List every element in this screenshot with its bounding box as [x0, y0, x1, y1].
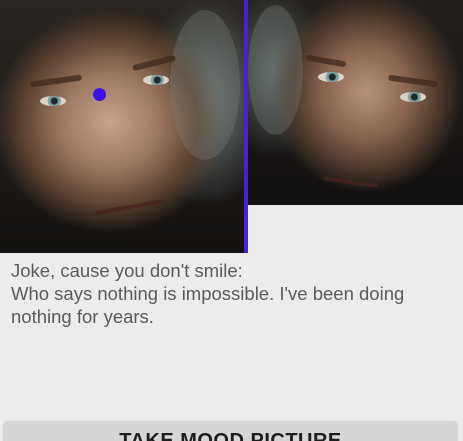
left-brow [29, 74, 83, 88]
face-photo-right [248, 0, 463, 205]
hair-highlight [248, 5, 303, 135]
right-brow [387, 74, 439, 88]
left-eye [40, 96, 66, 106]
right-eye [143, 75, 169, 85]
mouth [95, 198, 165, 216]
joke-title: Joke, cause you don't smile: [11, 260, 243, 281]
right-eye [400, 92, 426, 102]
left-eye [318, 72, 344, 82]
hair-highlight [170, 10, 240, 160]
right-brow [131, 54, 177, 72]
mouth [322, 176, 379, 188]
take-mood-picture-button[interactable]: TAKE MOOD PICTURE [4, 421, 457, 441]
app-screen: Joke, cause you don't smile: Who says no… [0, 0, 463, 441]
face-photo-left [0, 0, 244, 253]
joke-body: Who says nothing is impossible. I've bee… [11, 283, 405, 327]
face-tracking-marker [93, 88, 106, 101]
button-label: TAKE MOOD PICTURE [119, 430, 342, 441]
left-brow [305, 54, 347, 68]
joke-text: Joke, cause you don't smile: Who says no… [11, 259, 451, 328]
